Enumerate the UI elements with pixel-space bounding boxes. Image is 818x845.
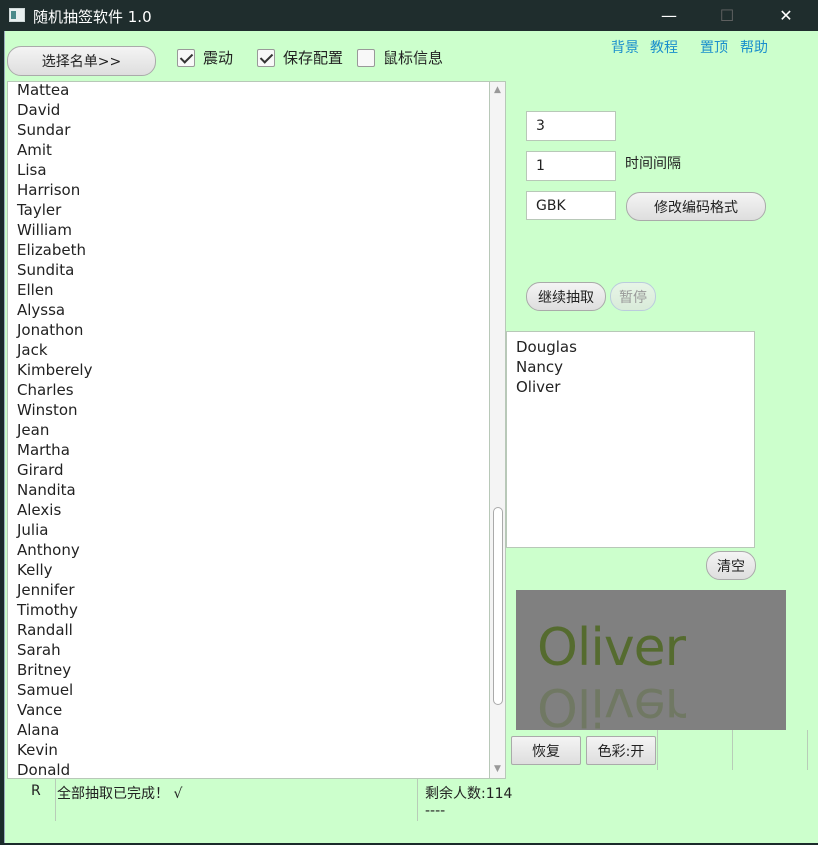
- list-item[interactable]: Randall: [8, 620, 92, 640]
- drawn-results-list[interactable]: Douglas Nancy Oliver: [506, 331, 755, 548]
- list-item[interactable]: Charles: [8, 380, 92, 400]
- minimize-button[interactable]: —: [640, 0, 698, 31]
- list-item[interactable]: Mattea: [8, 82, 92, 100]
- current-name: Oliver: [537, 618, 686, 678]
- list-item[interactable]: Kimberely: [8, 360, 92, 380]
- list-item[interactable]: Lisa: [8, 160, 92, 180]
- list-item[interactable]: Jennifer: [8, 580, 92, 600]
- clear-button[interactable]: 清空: [706, 551, 756, 580]
- vibrate-label: 震动: [203, 49, 234, 67]
- list-item[interactable]: Kelly: [8, 560, 92, 580]
- pin-top-link[interactable]: 置顶: [700, 37, 728, 57]
- list-item[interactable]: Winston: [8, 400, 92, 420]
- button-divider: [732, 730, 733, 770]
- background-link[interactable]: 背景: [611, 37, 639, 57]
- list-item[interactable]: Tayler: [8, 200, 92, 220]
- list-item[interactable]: Sarah: [8, 640, 92, 660]
- mouse-info-label: 鼠标信息: [383, 49, 444, 67]
- status-mode: R: [31, 783, 41, 799]
- result-item[interactable]: Nancy: [507, 357, 754, 377]
- result-item[interactable]: Oliver: [507, 377, 754, 397]
- encoding-input[interactable]: GBK: [526, 191, 616, 220]
- list-item[interactable]: Vance: [8, 700, 92, 720]
- list-item[interactable]: Ellen: [8, 280, 92, 300]
- list-item[interactable]: Samuel: [8, 680, 92, 700]
- name-list-rows: Mattea David Sundar Amit Lisa Harrison Tayler W…: [8, 82, 92, 778]
- list-item[interactable]: Alana: [8, 720, 92, 740]
- select-list-button[interactable]: 选择名单>>: [7, 46, 156, 76]
- scroll-down-icon[interactable]: ▼: [493, 765, 502, 774]
- close-button[interactable]: ✕: [757, 0, 815, 31]
- list-item[interactable]: William: [8, 220, 92, 240]
- pause-button[interactable]: 暂停: [610, 282, 656, 311]
- save-config-check-box[interactable]: [257, 48, 275, 67]
- list-item[interactable]: Martha: [8, 440, 92, 460]
- interval-input[interactable]: 1: [526, 151, 616, 181]
- status-divider: [417, 779, 418, 821]
- list-item[interactable]: Alexis: [8, 500, 92, 520]
- count-input[interactable]: 3: [526, 111, 616, 141]
- list-item[interactable]: Sundita: [8, 260, 92, 280]
- change-encoding-button[interactable]: 修改编码格式: [626, 192, 766, 221]
- status-divider: [55, 779, 56, 821]
- list-item[interactable]: Jean: [8, 420, 92, 440]
- list-item[interactable]: Elizabeth: [8, 240, 92, 260]
- button-divider: [657, 730, 658, 770]
- scroll-up-icon[interactable]: ▲: [493, 86, 502, 95]
- list-item[interactable]: Timothy: [8, 600, 92, 620]
- button-divider: [807, 730, 808, 770]
- list-item[interactable]: Harrison: [8, 180, 92, 200]
- name-list[interactable]: Mattea David Sundar Amit Lisa Harrison Tayler W…: [7, 81, 491, 779]
- current-name-reflection: Oliver: [537, 676, 685, 730]
- status-extra: ----: [425, 803, 446, 819]
- title-bar: 随机抽签软件 1.0 — ☐ ✕: [0, 0, 818, 31]
- tutorial-link[interactable]: 教程: [650, 37, 678, 57]
- current-name-display: Oliver Oliver: [516, 590, 786, 730]
- remaining-count: 剩余人数:114: [425, 786, 513, 802]
- save-config-label: 保存配置: [283, 49, 344, 67]
- scroll-thumb[interactable]: [493, 507, 503, 705]
- list-item[interactable]: Britney: [8, 660, 92, 680]
- list-item[interactable]: Alyssa: [8, 300, 92, 320]
- status-message: 全部抽取已完成！ √: [57, 786, 183, 802]
- app-icon: [9, 8, 25, 22]
- list-item[interactable]: Girard: [8, 460, 92, 480]
- continue-draw-button[interactable]: 继续抽取: [526, 282, 606, 311]
- mouse-info-checkbox[interactable]: 鼠标信息: [357, 47, 443, 68]
- save-config-checkbox[interactable]: 保存配置: [257, 47, 343, 68]
- client-area: 选择名单>> 震动 保存配置 鼠标信息 背景 教程 置顶 帮助 Mattea Da…: [4, 31, 818, 843]
- color-toggle-button[interactable]: 色彩:开: [586, 736, 656, 765]
- list-item[interactable]: Jonathon: [8, 320, 92, 340]
- list-item[interactable]: Julia: [8, 520, 92, 540]
- maximize-button[interactable]: ☐: [698, 0, 756, 31]
- restore-button[interactable]: 恢复: [511, 736, 581, 765]
- list-item[interactable]: Nandita: [8, 480, 92, 500]
- result-item[interactable]: Douglas: [507, 337, 754, 357]
- mouse-info-check-box[interactable]: [357, 48, 375, 67]
- vibrate-check-box[interactable]: [177, 48, 195, 67]
- list-item[interactable]: Kevin: [8, 740, 92, 760]
- window-title: 随机抽签软件 1.0: [33, 8, 152, 26]
- list-item[interactable]: Amit: [8, 140, 92, 160]
- vibrate-checkbox[interactable]: 震动: [177, 47, 233, 68]
- interval-label: 时间间隔: [625, 156, 681, 172]
- list-item[interactable]: Sundar: [8, 120, 92, 140]
- name-list-scrollbar[interactable]: ▲ ▼: [489, 81, 506, 779]
- list-item[interactable]: David: [8, 100, 92, 120]
- list-item[interactable]: Anthony: [8, 540, 92, 560]
- list-item[interactable]: Jack: [8, 340, 92, 360]
- help-link[interactable]: 帮助: [740, 37, 768, 57]
- list-item[interactable]: Donald: [8, 760, 92, 778]
